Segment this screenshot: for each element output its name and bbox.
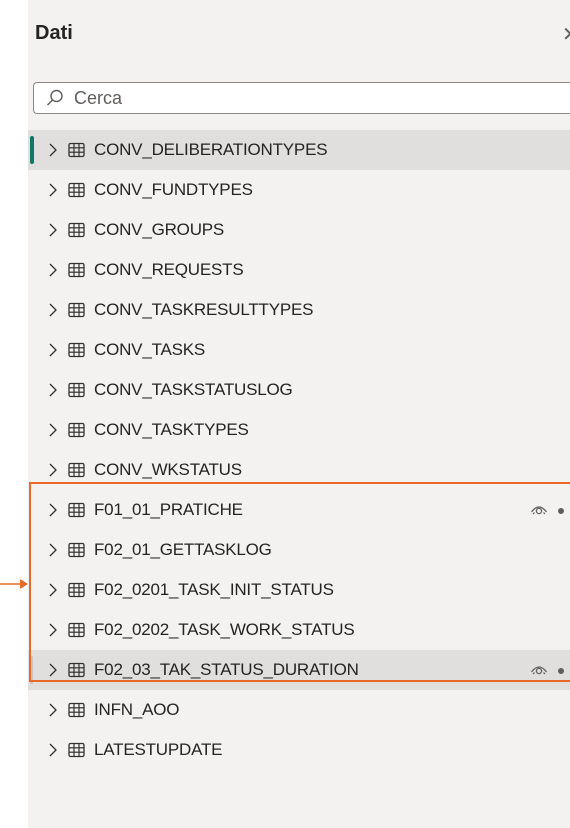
table-icon xyxy=(68,382,86,398)
table-row[interactable]: INFN_AOO xyxy=(28,690,570,730)
chevron-right-icon[interactable] xyxy=(48,582,62,598)
table-icon xyxy=(68,542,86,558)
table-name: CONV_DELIBERATIONTYPES xyxy=(94,140,328,159)
table-name: F02_0201_TASK_INIT_STATUS xyxy=(94,580,334,599)
table-row[interactable]: CONV_REQUESTS xyxy=(28,250,570,290)
chevron-right-icon[interactable] xyxy=(48,382,62,398)
hidden-eye-icon[interactable] xyxy=(530,502,548,522)
table-icon xyxy=(68,302,86,318)
table-row[interactable]: F02_0202_TASK_WORK_STATUS xyxy=(28,610,570,650)
table-row[interactable]: F02_01_GETTASKLOG xyxy=(28,530,570,570)
chevron-right-icon[interactable] xyxy=(48,422,62,438)
row-indicator xyxy=(30,216,34,244)
search-box[interactable] xyxy=(33,82,570,114)
pane-title: Dati xyxy=(35,22,73,44)
chevron-right-icon[interactable] xyxy=(48,222,62,238)
chevron-right-icon[interactable] xyxy=(48,542,62,558)
table-name: F02_01_GETTASKLOG xyxy=(94,540,272,559)
chevron-right-icon[interactable] xyxy=(48,262,62,278)
table-row[interactable]: F02_0201_TASK_INIT_STATUS xyxy=(28,570,570,610)
chevron-right-icon[interactable] xyxy=(48,622,62,638)
chevron-right-icon[interactable] xyxy=(48,142,62,158)
table-icon xyxy=(68,622,86,638)
table-icon xyxy=(68,742,86,758)
row-indicator xyxy=(30,576,34,604)
search-icon xyxy=(47,89,63,106)
row-indicator xyxy=(30,696,34,724)
table-icon xyxy=(68,222,86,238)
table-name: F02_03_TAK_STATUS_DURATION xyxy=(94,660,359,679)
table-row[interactable]: F02_03_TAK_STATUS_DURATION xyxy=(28,650,570,690)
table-name: CONV_WKSTATUS xyxy=(94,460,242,479)
table-icon xyxy=(68,462,86,478)
row-indicator xyxy=(30,376,34,404)
row-indicator xyxy=(30,496,34,524)
row-indicator xyxy=(30,136,34,164)
table-icon xyxy=(68,422,86,438)
table-row[interactable]: CONV_TASKRESULTTYPES xyxy=(28,290,570,330)
table-row[interactable]: F01_01_PRATICHE xyxy=(28,490,570,530)
row-indicator xyxy=(30,176,34,204)
row-indicator xyxy=(30,296,34,324)
table-icon xyxy=(68,262,86,278)
annotation-arrow xyxy=(0,579,28,589)
table-icon xyxy=(68,582,86,598)
search-input[interactable] xyxy=(72,86,516,110)
row-indicator xyxy=(30,336,34,364)
hidden-eye-icon[interactable] xyxy=(530,662,548,682)
chevron-right-icon[interactable] xyxy=(48,302,62,318)
table-name: CONV_TASKRESULTTYPES xyxy=(94,300,314,319)
table-row[interactable]: CONV_TASKS xyxy=(28,330,570,370)
chevron-right-icon[interactable] xyxy=(48,742,62,758)
table-row[interactable]: CONV_TASKSTATUSLOG xyxy=(28,370,570,410)
table-row[interactable]: CONV_DELIBERATIONTYPES xyxy=(28,130,570,170)
chevron-right-icon[interactable] xyxy=(48,182,62,198)
chevron-right-icon[interactable] xyxy=(48,502,62,518)
table-icon xyxy=(68,702,86,718)
row-indicator xyxy=(30,536,34,564)
table-name: CONV_TASKTYPES xyxy=(94,420,249,439)
table-name: CONV_FUNDTYPES xyxy=(94,180,253,199)
table-name: INFN_AOO xyxy=(94,700,180,719)
row-indicator xyxy=(30,456,34,484)
row-indicator xyxy=(30,656,33,684)
table-name: CONV_TASKS xyxy=(94,340,206,359)
table-row[interactable]: CONV_TASKTYPES xyxy=(28,410,570,450)
table-name: LATESTUPDATE xyxy=(94,740,223,759)
chevron-right-icon[interactable] xyxy=(48,702,62,718)
chevron-right-icon[interactable] xyxy=(48,462,62,478)
row-indicator xyxy=(30,616,34,644)
table-row[interactable]: CONV_WKSTATUS xyxy=(28,450,570,490)
table-name: F01_01_PRATICHE xyxy=(94,500,243,519)
row-indicator xyxy=(30,256,34,284)
table-icon xyxy=(68,182,86,198)
table-icon xyxy=(68,662,86,678)
table-icon xyxy=(68,342,86,358)
more-options-icon[interactable] xyxy=(558,668,564,674)
table-row[interactable]: LATESTUPDATE xyxy=(28,730,570,770)
table-row[interactable]: CONV_GROUPS xyxy=(28,210,570,250)
row-indicator xyxy=(30,736,34,764)
table-name: F02_0202_TASK_WORK_STATUS xyxy=(94,620,355,639)
close-icon[interactable]: ✕ xyxy=(562,22,570,47)
data-pane: Dati ✕ CONV_DELIBERATIONTYPES CONV_FUNDTY… xyxy=(28,0,570,828)
more-options-icon[interactable] xyxy=(558,508,564,514)
chevron-right-icon[interactable] xyxy=(48,662,62,678)
table-name: CONV_TASKSTATUSLOG xyxy=(94,380,293,399)
row-indicator xyxy=(30,416,34,444)
table-name: CONV_REQUESTS xyxy=(94,260,244,279)
chevron-right-icon[interactable] xyxy=(48,342,62,358)
table-icon xyxy=(68,142,86,158)
table-row[interactable]: CONV_FUNDTYPES xyxy=(28,170,570,210)
table-name: CONV_GROUPS xyxy=(94,220,225,239)
table-list: CONV_DELIBERATIONTYPES CONV_FUNDTYPES CONV… xyxy=(28,130,570,770)
table-icon xyxy=(68,502,86,518)
